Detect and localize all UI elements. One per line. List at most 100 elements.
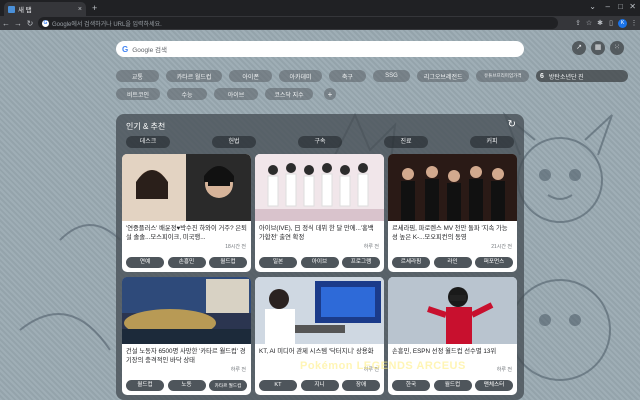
tag-chip[interactable]: 지니: [300, 380, 339, 391]
news-thumbnail: [255, 277, 384, 344]
shortcut-chip[interactable]: 아이브: [214, 88, 258, 100]
tag-chip[interactable]: 월드컵: [209, 257, 247, 268]
news-tags: 연예 손흥민 월드컵: [126, 257, 247, 268]
side-panel-icon[interactable]: ▯: [607, 19, 615, 27]
menu-kebab-icon[interactable]: ⋮: [630, 19, 638, 27]
shortcut-chip[interactable]: 축구: [328, 70, 366, 82]
news-tags: 한국 월드컵 맨체스터: [392, 380, 513, 391]
tag-chip[interactable]: 라인: [433, 257, 472, 268]
shortcut-chip[interactable]: 유튜브프리미엄가격: [476, 70, 530, 82]
tag-chip[interactable]: 카타르 월드컵: [209, 380, 247, 391]
news-title: 르세라핌, 파로렌스 MV 천만 돌파 '지속 가능성 높은 K-...모오피컨…: [392, 225, 508, 241]
news-time: 18시간 전: [225, 244, 246, 250]
search-placeholder: Google 검색: [132, 47, 167, 54]
news-tags: 일본 아이브 프로그램: [259, 257, 380, 268]
category-chip[interactable]: 헌법: [212, 136, 256, 148]
tab-search-icon[interactable]: ⌄: [589, 2, 596, 11]
background-logo-text: Pokémon LEGENDS ARCEUS: [300, 360, 466, 372]
news-card[interactable]: 르세라핌, 파로렌스 MV 천만 돌파 '지속 가능성 높은 K-...모오피컨…: [388, 154, 517, 272]
tag-chip[interactable]: 아이브: [300, 257, 339, 268]
category-chip[interactable]: 진료: [384, 136, 428, 148]
trending-categories: 데스크 헌법 구속 진료 커피: [126, 136, 514, 148]
news-card[interactable]: 아이브(IVE), 日 정식 데뷔 한 달 만에...'홍백 가합전' 출연 확…: [255, 154, 384, 272]
news-time: 하루 전: [363, 244, 379, 250]
new-tab-button[interactable]: +: [92, 3, 97, 13]
rank-label: 방탄소년단 진: [548, 74, 584, 81]
tag-chip[interactable]: 월드컵: [433, 380, 472, 391]
tag-chip[interactable]: 손흥민: [167, 257, 206, 268]
news-thumbnail: [122, 154, 251, 221]
category-chip[interactable]: 구속: [298, 136, 342, 148]
news-card[interactable]: 건설 노동자 6500명 사망한 '카타르 월드컵' 경기장의 충격적인 바닥 …: [122, 277, 251, 395]
close-window-icon[interactable]: ✕: [629, 2, 636, 11]
news-tags: KT 지니 장애: [259, 380, 380, 391]
forward-icon[interactable]: →: [12, 19, 24, 28]
shortcut-chip[interactable]: 코스닥 지수: [265, 88, 313, 100]
category-chip[interactable]: 커피: [470, 136, 514, 148]
news-card[interactable]: '연중플러스' 배윤정♥박수진 하와이 거주? 은퇴설 솔솔...모스피이크, …: [122, 154, 251, 272]
tag-chip[interactable]: 장애: [342, 380, 380, 391]
news-title: '연중플러스' 배윤정♥박수진 하와이 거주? 은퇴설 솔솔...모스피이크, …: [126, 225, 247, 241]
shortcut-chip[interactable]: 아이폰: [229, 70, 273, 82]
browser-toolbar: ← → ↻ G Google에서 검색하거나 URL을 입력하세요. ⇪ ☆ ✱…: [0, 16, 640, 30]
shortcut-chip[interactable]: 아카데미: [279, 70, 322, 82]
tag-chip[interactable]: 일본: [259, 257, 297, 268]
tag-chip[interactable]: 노동: [167, 380, 206, 391]
profile-avatar[interactable]: K: [618, 18, 627, 28]
shortcut-chips: 교통 카타르 월드컵 아이폰 아카데미 축구 SSG 리그오브레전드 유튜브프리…: [116, 70, 536, 106]
google-logo-icon: G: [122, 44, 129, 54]
shortcut-chip[interactable]: 리그오브레전드: [416, 70, 470, 82]
news-thumbnail: [388, 277, 517, 344]
tag-chip[interactable]: KT: [259, 380, 297, 391]
grid-icon[interactable]: ▦: [591, 41, 605, 55]
page-top-icons: ↗ ▦ ⁙: [572, 41, 624, 55]
trending-panel: 인기 & 추천 ↻ 데스크 헌법 구속 진료 커피 '연중플러스' 배윤정♥박수…: [116, 114, 524, 400]
news-tags: 월드컵 노동 카타르 월드컵: [126, 380, 247, 391]
tag-chip[interactable]: 프로그램: [342, 257, 380, 268]
news-thumbnail: [388, 154, 517, 221]
tab-strip: 새 탭 × + ⌄ – □ ✕: [0, 0, 640, 16]
add-shortcut-button[interactable]: +: [324, 88, 336, 100]
shortcut-row-1: 교통 카타르 월드컵 아이폰 아카데미 축구 SSG 리그오브레전드 유튜브프리…: [116, 70, 536, 82]
reload-icon[interactable]: ↻: [24, 19, 36, 28]
trending-rank-chip[interactable]: 6 방탄소년단 진: [536, 70, 628, 82]
shortcut-chip[interactable]: 카타르 월드컵: [165, 70, 223, 82]
open-external-icon[interactable]: ↗: [572, 41, 586, 55]
news-card[interactable]: 손흥민, ESPN 선정 월드컵 선수별 13위 하루 전 한국 월드컵 맨체스…: [388, 277, 517, 395]
tag-chip[interactable]: 월드컵: [126, 380, 164, 391]
trending-title: 인기 & 추천: [126, 122, 166, 131]
google-search-box[interactable]: G Google 검색: [116, 41, 524, 57]
news-time: 하루 전: [230, 367, 246, 373]
category-chip[interactable]: 데스크: [126, 136, 170, 148]
news-thumbnail: [255, 154, 384, 221]
tab-new-tab[interactable]: 새 탭 ×: [4, 2, 86, 16]
bookmark-star-icon[interactable]: ☆: [585, 19, 593, 27]
shortcut-row-2: 비트코인 수능 아이브 코스닥 지수 +: [116, 88, 536, 100]
tag-chip[interactable]: 르세라핌: [392, 257, 430, 268]
close-tab-icon[interactable]: ×: [78, 6, 82, 13]
news-title: 아이브(IVE), 日 정식 데뷔 한 달 만에...'홍백 가합전' 출연 확…: [259, 225, 374, 241]
share-icon[interactable]: ⇪: [574, 19, 582, 27]
extensions-icon[interactable]: ✱: [596, 19, 604, 27]
tag-chip[interactable]: 퍼포먼스: [475, 257, 513, 268]
tag-chip[interactable]: 한국: [392, 380, 430, 391]
news-time: 하루 전: [496, 367, 512, 373]
maximize-icon[interactable]: □: [618, 2, 623, 11]
tab-title: 새 탭: [18, 7, 32, 14]
apps-icon[interactable]: ⁙: [610, 41, 624, 55]
shortcut-chip[interactable]: 교통: [116, 70, 159, 82]
tag-chip[interactable]: 맨체스터: [475, 380, 513, 391]
address-bar-placeholder: Google에서 검색하거나 URL을 입력하세요.: [52, 21, 162, 28]
address-bar[interactable]: G Google에서 검색하거나 URL을 입력하세요.: [38, 17, 558, 29]
news-card[interactable]: KT, AI 미디어 관제 시스템 '닥터지니' 상용화 하루 전 KT 지니 …: [255, 277, 384, 395]
news-cards: '연중플러스' 배윤정♥박수진 하와이 거주? 은퇴설 솔솔...모스피이크, …: [122, 154, 518, 395]
shortcut-chip[interactable]: 수능: [167, 88, 207, 100]
news-tags: 르세라핌 라인 퍼포먼스: [392, 257, 513, 268]
shortcut-chip[interactable]: 비트코인: [116, 88, 160, 100]
tag-chip[interactable]: 연예: [126, 257, 164, 268]
shortcut-chip[interactable]: SSG: [372, 70, 410, 82]
refresh-icon[interactable]: ↻: [508, 119, 516, 130]
back-icon[interactable]: ←: [0, 19, 12, 28]
news-time: 21시간 전: [491, 244, 512, 250]
minimize-icon[interactable]: –: [606, 2, 610, 11]
